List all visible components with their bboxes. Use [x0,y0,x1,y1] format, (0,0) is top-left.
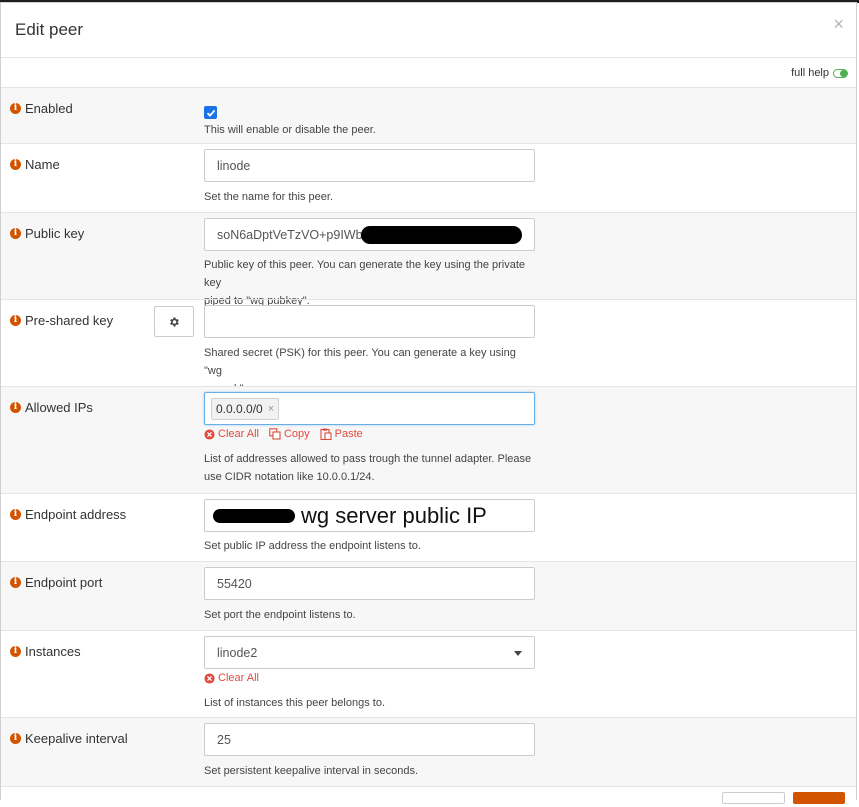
field-label: i Instances [10,644,81,659]
help-text: This will enable or disable the peer. [204,124,376,136]
pre-shared-key-input[interactable] [204,305,535,338]
row-enabled: i Enabled This will enable or disable th… [1,87,856,143]
enabled-checkbox[interactable] [204,106,217,119]
info-icon[interactable]: i [10,103,21,114]
redaction-mark [213,508,295,523]
endpoint-address-input[interactable]: wg server public IP [204,499,535,532]
full-help-label: full help [791,67,829,79]
help-text: List of addresses allowed to pass trough… [204,453,532,483]
field-label: i Endpoint address [10,507,126,522]
row-endpoint-port: i Endpoint port 55420 Set port the endpo… [1,561,856,630]
modal-title: Edit peer [15,20,84,39]
info-icon[interactable]: i [10,733,21,744]
field-label: i Public key [10,226,84,241]
allowed-ips-tag-input[interactable]: 0.0.0.0/0 × [204,392,535,425]
endpoint-port-input[interactable]: 55420 [204,567,535,600]
row-endpoint-address: i Endpoint address wg server public IP S… [1,493,856,561]
info-icon[interactable]: i [10,228,21,239]
instances-actions: Clear All [204,672,259,684]
public-key-input[interactable]: soN6aDptVeTzVO+p9IWb [204,218,535,251]
full-help-toggle[interactable]: full help [791,67,848,79]
info-icon[interactable]: i [10,402,21,413]
field-label: i Name [10,157,60,172]
check-icon [206,109,215,117]
clear-all-button[interactable]: Clear All [204,428,259,440]
help-text: Set the name for this peer. [204,191,334,203]
field-label: i Endpoint port [10,575,102,590]
modal-header: Edit peer × [1,3,856,58]
clear-all-button[interactable]: Clear All [204,672,259,684]
tag-actions: Clear All Copy Paste [204,428,363,440]
edit-peer-modal: Edit peer × full help i Enabled This wil… [0,2,857,800]
clear-icon [204,672,215,684]
help-text: List of instances this peer belongs to. [204,697,385,709]
cancel-button[interactable] [722,792,785,804]
copy-button[interactable]: Copy [269,428,310,440]
info-icon[interactable]: i [10,159,21,170]
info-icon[interactable]: i [10,509,21,520]
field-label: i Pre-shared key [10,313,113,328]
paste-icon [320,428,332,440]
row-allowed-ips: i Allowed IPs 0.0.0.0/0 × Clear All Copy… [1,386,856,493]
help-text: Set persistent keepalive interval in sec… [204,765,419,777]
field-label: i Enabled [10,101,73,116]
caret-down-icon [514,651,522,656]
row-keepalive: i Keepalive interval 25 Set persistent k… [1,717,856,786]
save-button[interactable] [793,792,845,804]
paste-button[interactable]: Paste [320,428,363,440]
info-icon[interactable]: i [10,577,21,588]
help-text: Set public IP address the endpoint liste… [204,540,421,552]
keepalive-input[interactable]: 25 [204,723,535,756]
info-icon[interactable]: i [10,646,21,657]
close-icon[interactable]: × [833,15,844,33]
ip-tag: 0.0.0.0/0 × [211,397,280,420]
info-icon[interactable]: i [10,315,21,326]
field-label: i Keepalive interval [10,731,128,746]
field-label: i Allowed IPs [10,400,93,415]
row-instances: i Instances linode2 Clear All List of in… [1,630,856,717]
full-help-row: full help [1,58,856,87]
generate-psk-button[interactable] [154,306,194,337]
gear-icon [170,317,179,326]
instances-select[interactable]: linode2 [204,636,535,669]
clear-icon [204,428,215,440]
copy-icon [269,428,281,440]
row-public-key: i Public key soN6aDptVeTzVO+p9IWb Public… [1,212,856,307]
help-text: Set port the endpoint listens to. [204,609,356,621]
row-pre-shared-key: i Pre-shared key Shared secret (PSK) for… [1,299,856,395]
redaction-mark [360,225,522,244]
remove-tag-icon[interactable]: × [268,403,274,415]
row-name: i Name linode Set the name for this peer… [1,143,856,212]
toggle-on-icon [833,68,848,78]
name-input[interactable]: linode [204,149,535,182]
